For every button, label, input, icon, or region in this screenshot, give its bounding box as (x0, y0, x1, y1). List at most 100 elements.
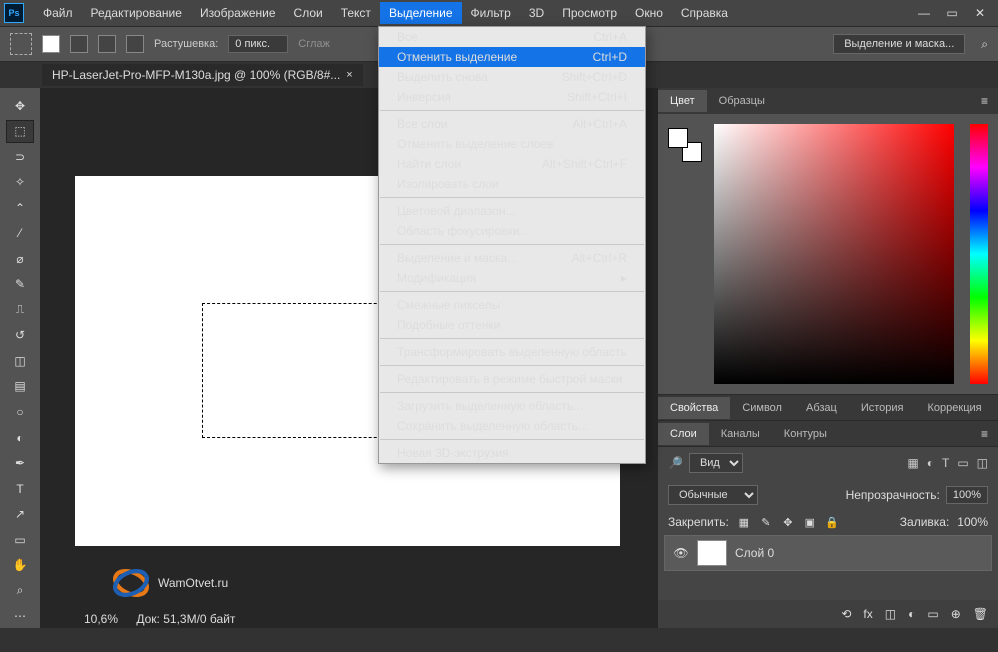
menu-item[interactable]: Трансформировать выделенную область (379, 342, 645, 362)
tab-layers[interactable]: Слои (658, 423, 709, 445)
layer-action-icon[interactable]: ⊕ (951, 607, 961, 621)
tab-channels[interactable]: Каналы (709, 423, 772, 445)
eyedrop-tool[interactable]: ⁄ (6, 222, 34, 246)
filter-adjust-icon[interactable]: ◐ (927, 456, 934, 470)
filter-shape-icon[interactable]: ▭ (957, 456, 968, 470)
tab-история[interactable]: История (849, 397, 916, 419)
ellipsis-tool[interactable]: ⋯ (6, 604, 34, 628)
menu-слои[interactable]: Слои (285, 2, 332, 24)
marquee-tool-icon[interactable] (10, 33, 32, 55)
panel-menu-icon[interactable]: ≡ (971, 422, 998, 446)
blur-tool[interactable]: ○ (6, 400, 34, 424)
wand-tool[interactable]: ✧ (6, 171, 34, 195)
menu-item[interactable]: Цветовой диапазон... (379, 201, 645, 221)
menu-фильтр[interactable]: Фильтр (462, 2, 520, 24)
tab-свойства[interactable]: Свойства (658, 397, 730, 419)
lock-all-icon[interactable]: 🔒 (825, 516, 839, 529)
menu-текст[interactable]: Текст (332, 2, 380, 24)
fg-color-swatch[interactable] (668, 128, 688, 148)
tab-swatches[interactable]: Образцы (707, 90, 777, 112)
fill-input[interactable]: 100% (957, 515, 988, 529)
panel-menu-icon[interactable]: ≡ (971, 89, 998, 113)
menu-item[interactable]: Подобные оттенки (379, 315, 645, 335)
menu-3d[interactable]: 3D (520, 2, 553, 24)
eraser-tool[interactable]: ◫ (6, 349, 34, 373)
search-icon[interactable]: ⌕ (981, 37, 988, 52)
color-field[interactable] (714, 124, 954, 384)
selection-marquee[interactable] (202, 303, 407, 438)
layer-action-icon[interactable]: ⟲ (841, 607, 851, 621)
path-tool[interactable]: ↗ (6, 502, 34, 526)
hand-tool[interactable]: ✋ (6, 553, 34, 577)
menu-справка[interactable]: Справка (672, 2, 737, 24)
layer-action-icon[interactable]: ▭ (927, 607, 938, 621)
selection-new-icon[interactable] (42, 35, 60, 53)
layer-action-icon[interactable]: ◐ (908, 607, 915, 621)
close-button[interactable]: ✕ (966, 2, 994, 24)
type-tool[interactable]: T (6, 477, 34, 501)
menu-item[interactable]: Все слоиAlt+Ctrl+A (379, 114, 645, 134)
layer-name[interactable]: Слой 0 (735, 546, 774, 560)
selection-menu-dropdown[interactable]: ВсеCtrl+AОтменить выделениеCtrl+DВыделит… (378, 26, 646, 464)
menu-выделение[interactable]: Выделение (380, 2, 462, 24)
selection-sub-icon[interactable] (98, 35, 116, 53)
layer-filter-kind[interactable]: Вид (689, 453, 743, 473)
menu-изображение[interactable]: Изображение (191, 2, 285, 24)
lock-brush-icon[interactable]: ✎ (759, 516, 773, 529)
layer-action-icon[interactable]: ◫ (885, 607, 896, 621)
menu-item[interactable]: ВсеCtrl+A (379, 27, 645, 47)
menu-item[interactable]: Область фокусировки... (379, 221, 645, 241)
menu-окно[interactable]: Окно (626, 2, 672, 24)
filter-pixel-icon[interactable]: ▦ (907, 456, 918, 470)
filter-smart-icon[interactable]: ◫ (977, 456, 988, 470)
menu-item[interactable]: Выделение и маска...Alt+Ctrl+R (379, 248, 645, 268)
lasso-tool[interactable]: ⊃ (6, 145, 34, 169)
selection-intersect-icon[interactable] (126, 35, 144, 53)
patch-tool[interactable]: ⌀ (6, 247, 34, 271)
layer-row[interactable]: 👁 Слой 0 (664, 535, 992, 571)
blend-mode-select[interactable]: Обычные (668, 485, 758, 505)
menu-просмотр[interactable]: Просмотр (553, 2, 626, 24)
lock-pixels-icon[interactable]: ▦ (737, 516, 751, 529)
lock-artboard-icon[interactable]: ▣ (803, 516, 817, 529)
menu-item[interactable]: Найти слоиAlt+Shift+Ctrl+F (379, 154, 645, 174)
hue-strip[interactable] (970, 124, 988, 384)
fg-bg-swatch[interactable] (668, 128, 702, 162)
zoom-display[interactable]: 10,6% (84, 612, 118, 626)
feather-input[interactable]: 0 пикс. (228, 35, 288, 53)
crop-tool[interactable]: ⌃ (6, 196, 34, 220)
opacity-input[interactable]: 100% (946, 486, 988, 504)
layer-action-icon[interactable]: fx (863, 607, 872, 621)
lock-position-icon[interactable]: ✥ (781, 516, 795, 529)
pen-tool[interactable]: ✒ (6, 451, 34, 475)
maximize-button[interactable]: ▭ (938, 2, 966, 24)
rect-tool[interactable]: ▭ (6, 528, 34, 552)
filter-type-icon[interactable]: T (942, 456, 949, 470)
document-tab[interactable]: HP-LaserJet-Pro-MFP-M130a.jpg @ 100% (RG… (42, 64, 363, 86)
menu-item[interactable]: Отменить выделениеCtrl+D (379, 47, 645, 67)
brush-tool[interactable]: ✎ (6, 273, 34, 297)
tab-символ[interactable]: Символ (730, 397, 794, 419)
visibility-icon[interactable]: 👁 (673, 546, 689, 560)
menu-item[interactable]: Отменить выделение слоев (379, 134, 645, 154)
close-tab-icon[interactable]: × (346, 69, 352, 81)
tab-paths[interactable]: Контуры (772, 423, 839, 445)
stamp-tool[interactable]: ⎍ (6, 298, 34, 322)
menu-item[interactable]: Модификация▸ (379, 268, 645, 288)
menu-файл[interactable]: Файл (34, 2, 82, 24)
tab-color[interactable]: Цвет (658, 90, 707, 112)
menu-item[interactable]: Загрузить выделенную область... (379, 396, 645, 416)
menu-item[interactable]: ИнверсияShift+Ctrl+I (379, 87, 645, 107)
menu-item[interactable]: Сохранить выделенную область... (379, 416, 645, 436)
dodge-tool[interactable]: ◐ (6, 426, 34, 450)
menu-item[interactable]: Изолировать слои (379, 174, 645, 194)
select-and-mask-button[interactable]: Выделение и маска... (833, 34, 965, 54)
menu-редактирование[interactable]: Редактирование (82, 2, 191, 24)
tab-абзац[interactable]: Абзац (794, 397, 849, 419)
layer-thumbnail[interactable] (697, 540, 727, 566)
history-tool[interactable]: ↺ (6, 324, 34, 348)
panel-menu-icon[interactable]: ≡ (994, 396, 998, 420)
menu-item[interactable]: Редактировать в режиме быстрой маски (379, 369, 645, 389)
marquee-tool[interactable]: ⬚ (6, 120, 34, 144)
minimize-button[interactable]: — (910, 2, 938, 24)
